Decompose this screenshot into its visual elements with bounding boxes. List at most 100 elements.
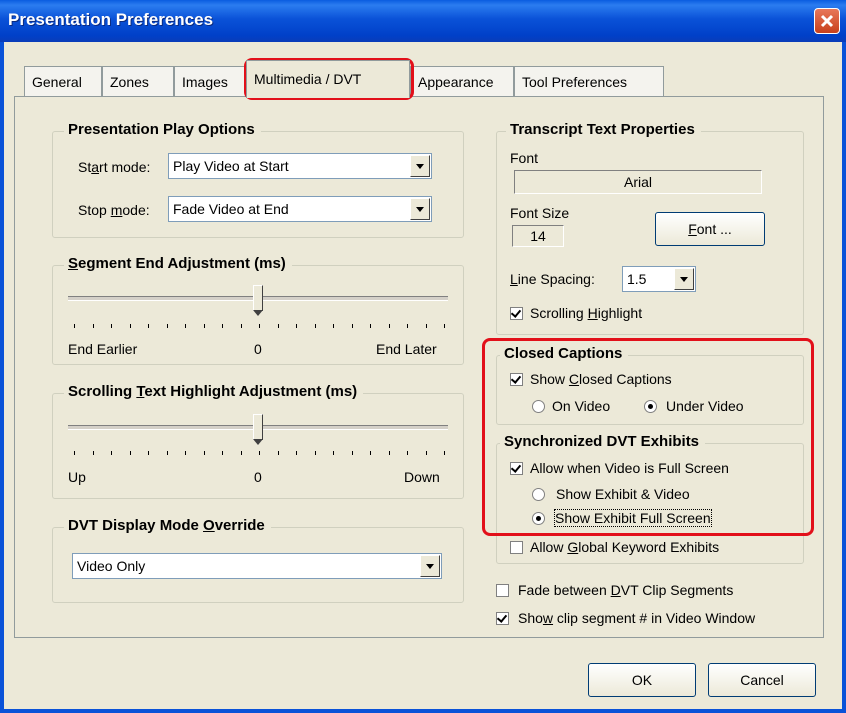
line-spacing-select[interactable]: 1.5 [622, 266, 696, 292]
slider-tick [129, 451, 131, 455]
line-spacing-label: Line Spacing: [510, 271, 595, 287]
slider-tick [314, 451, 316, 455]
under-video-label: Under Video [666, 398, 744, 414]
chevron-down-icon[interactable] [410, 155, 430, 177]
slider-tick [425, 324, 427, 328]
chevron-down-icon[interactable] [674, 268, 694, 290]
slider-tick [425, 451, 427, 455]
show-exhibit-video-radio[interactable] [532, 488, 545, 501]
slider-tick [351, 324, 353, 328]
slider-tick [111, 451, 112, 455]
slider-tick [351, 451, 353, 455]
scroll-highlight-title: Scrolling Text Highlight Adjustment (ms) [64, 383, 364, 400]
slider-tick [129, 324, 131, 328]
slider-tick [92, 451, 94, 455]
slider-tick [407, 324, 408, 328]
slider-tick [444, 451, 445, 455]
font-size-label: Font Size [510, 205, 570, 221]
slider-tick [148, 451, 149, 455]
play-options-title: Presentation Play Options [64, 121, 261, 138]
segment-end-slider-thumb[interactable] [253, 285, 263, 316]
slider-tick [388, 324, 390, 328]
slider-tick [388, 451, 390, 455]
scroll-highlight-mid-label: 0 [254, 469, 262, 485]
slider-tick [111, 324, 112, 328]
cancel-button[interactable]: Cancel [708, 663, 816, 697]
slider-tick [240, 324, 242, 328]
global-keyword-label: Allow Global Keyword Exhibits [530, 539, 720, 555]
tab-label: Multimedia / DVT [254, 71, 362, 87]
on-video-radio[interactable] [532, 400, 545, 413]
font-display: Arial [514, 170, 762, 194]
tab-label: Appearance [418, 74, 494, 90]
tab-multimedia-dvt[interactable]: Multimedia / DVT [246, 60, 410, 98]
tab-label: Images [182, 74, 228, 90]
fade-dvt-label: Fade between DVT Clip Segments [518, 582, 734, 598]
slider-tick [259, 451, 260, 455]
chevron-down-icon[interactable] [410, 198, 430, 220]
show-exhibit-full-label: Show Exhibit Full Screen [554, 509, 712, 527]
show-clip-number-checkbox[interactable] [496, 612, 509, 625]
start-mode-label: Start mode: [78, 159, 151, 175]
segment-end-min-label: End Earlier [68, 341, 138, 357]
slider-tick [240, 451, 242, 455]
slider-tick [185, 451, 186, 455]
slider-tick [92, 324, 94, 328]
chevron-down-icon[interactable] [420, 555, 440, 577]
ok-button[interactable]: OK [588, 663, 696, 697]
slider-tick [203, 324, 205, 328]
scrolling-highlight-label: Scrolling Highlight [530, 305, 643, 321]
allow-full-screen-label: Allow when Video is Full Screen [530, 460, 729, 476]
dvt-mode-value: Video Only [77, 558, 146, 574]
tab-zones[interactable]: Zones [102, 66, 174, 96]
slider-tick [296, 451, 297, 455]
slider-tick [296, 324, 297, 328]
slider-tick [407, 451, 408, 455]
slider-tick [185, 324, 186, 328]
slider-tick [74, 451, 75, 455]
slider-tick [444, 324, 445, 328]
segment-end-title: Segment End Adjustment (ms) [64, 255, 292, 272]
window-border-right [842, 42, 846, 713]
show-clip-number-label: Show clip segment # in Video Window [518, 610, 756, 626]
start-mode-select[interactable]: Play Video at Start [168, 153, 432, 179]
dvt-mode-select[interactable]: Video Only [72, 553, 442, 579]
scrolling-highlight-checkbox[interactable] [510, 307, 523, 320]
scroll-highlight-min-label: Up [68, 469, 86, 485]
slider-tick [370, 451, 371, 455]
slider-tick [259, 324, 260, 328]
slider-tick [166, 451, 168, 455]
window-title: Presentation Preferences [8, 10, 214, 29]
show-closed-captions-checkbox[interactable] [510, 373, 523, 386]
tab-images[interactable]: Images [174, 66, 246, 96]
show-exhibit-full-radio[interactable] [532, 512, 545, 525]
tab-tool-preferences[interactable]: Tool Preferences [514, 66, 664, 96]
global-keyword-checkbox[interactable] [510, 541, 523, 554]
under-video-radio[interactable] [644, 400, 657, 413]
allow-full-screen-checkbox[interactable] [510, 462, 523, 475]
closed-captions-title: Closed Captions [500, 345, 629, 362]
window-border-left [0, 42, 4, 713]
dvt-exhibits-title: Synchronized DVT Exhibits [500, 433, 706, 450]
slider-tick [333, 324, 334, 328]
transcript-title: Transcript Text Properties [506, 121, 701, 138]
stop-mode-select[interactable]: Fade Video at End [168, 196, 432, 222]
show-exhibit-video-label: Show Exhibit & Video [556, 486, 690, 502]
slider-tick [333, 451, 334, 455]
scroll-highlight-slider-thumb[interactable] [253, 414, 263, 445]
tab-appearance[interactable]: Appearance [410, 66, 514, 96]
close-button[interactable] [814, 8, 840, 34]
slider-tick [277, 324, 279, 328]
fade-dvt-checkbox[interactable] [496, 584, 509, 597]
segment-end-mid-label: 0 [254, 341, 262, 357]
stop-mode-value: Fade Video at End [173, 201, 289, 217]
on-video-label: On Video [552, 398, 611, 414]
slider-tick [222, 451, 223, 455]
stop-mode-label: Stop mode: [78, 202, 150, 218]
tab-label: General [32, 74, 82, 90]
tab-general[interactable]: General [24, 66, 102, 96]
tab-label: Tool Preferences [522, 74, 628, 90]
font-button[interactable]: Font ... [655, 212, 765, 246]
tab-label: Zones [110, 74, 149, 90]
slider-tick [203, 451, 205, 455]
